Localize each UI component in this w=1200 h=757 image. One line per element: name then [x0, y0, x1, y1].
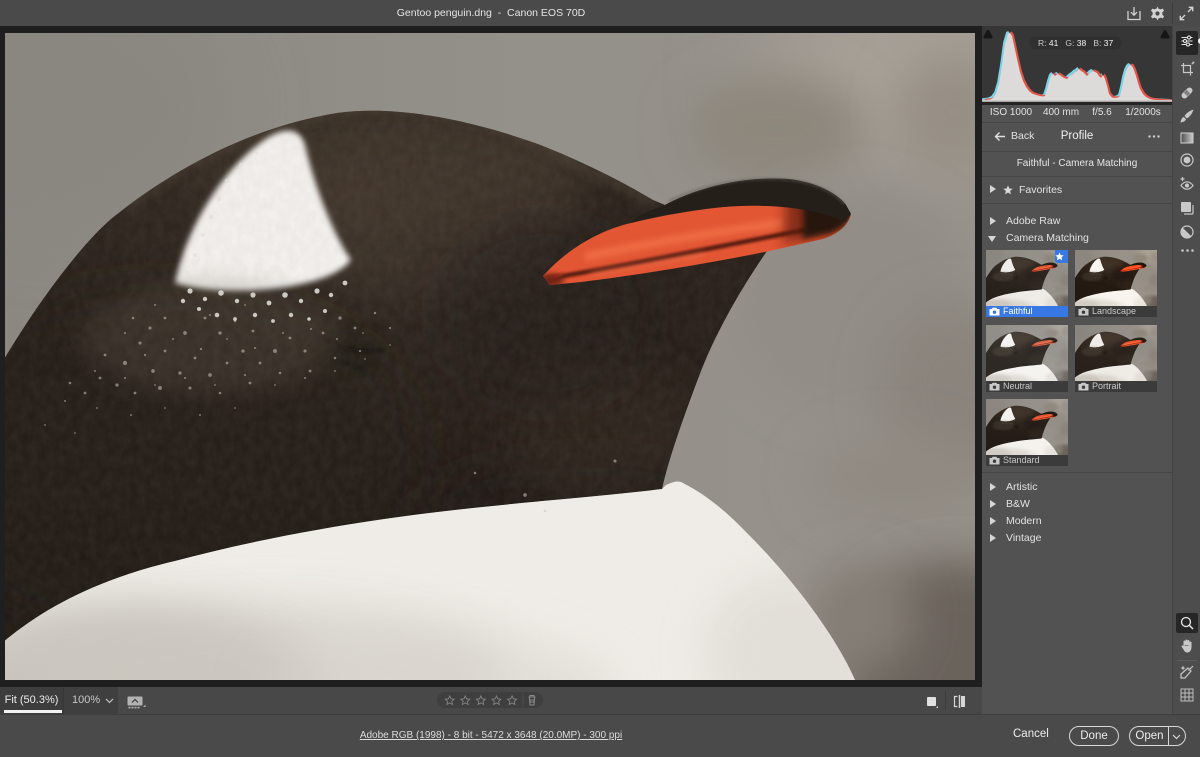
svg-text:R: 41 G: 38 B: 37: R: 41 G: 38 B: 37	[1038, 38, 1113, 48]
